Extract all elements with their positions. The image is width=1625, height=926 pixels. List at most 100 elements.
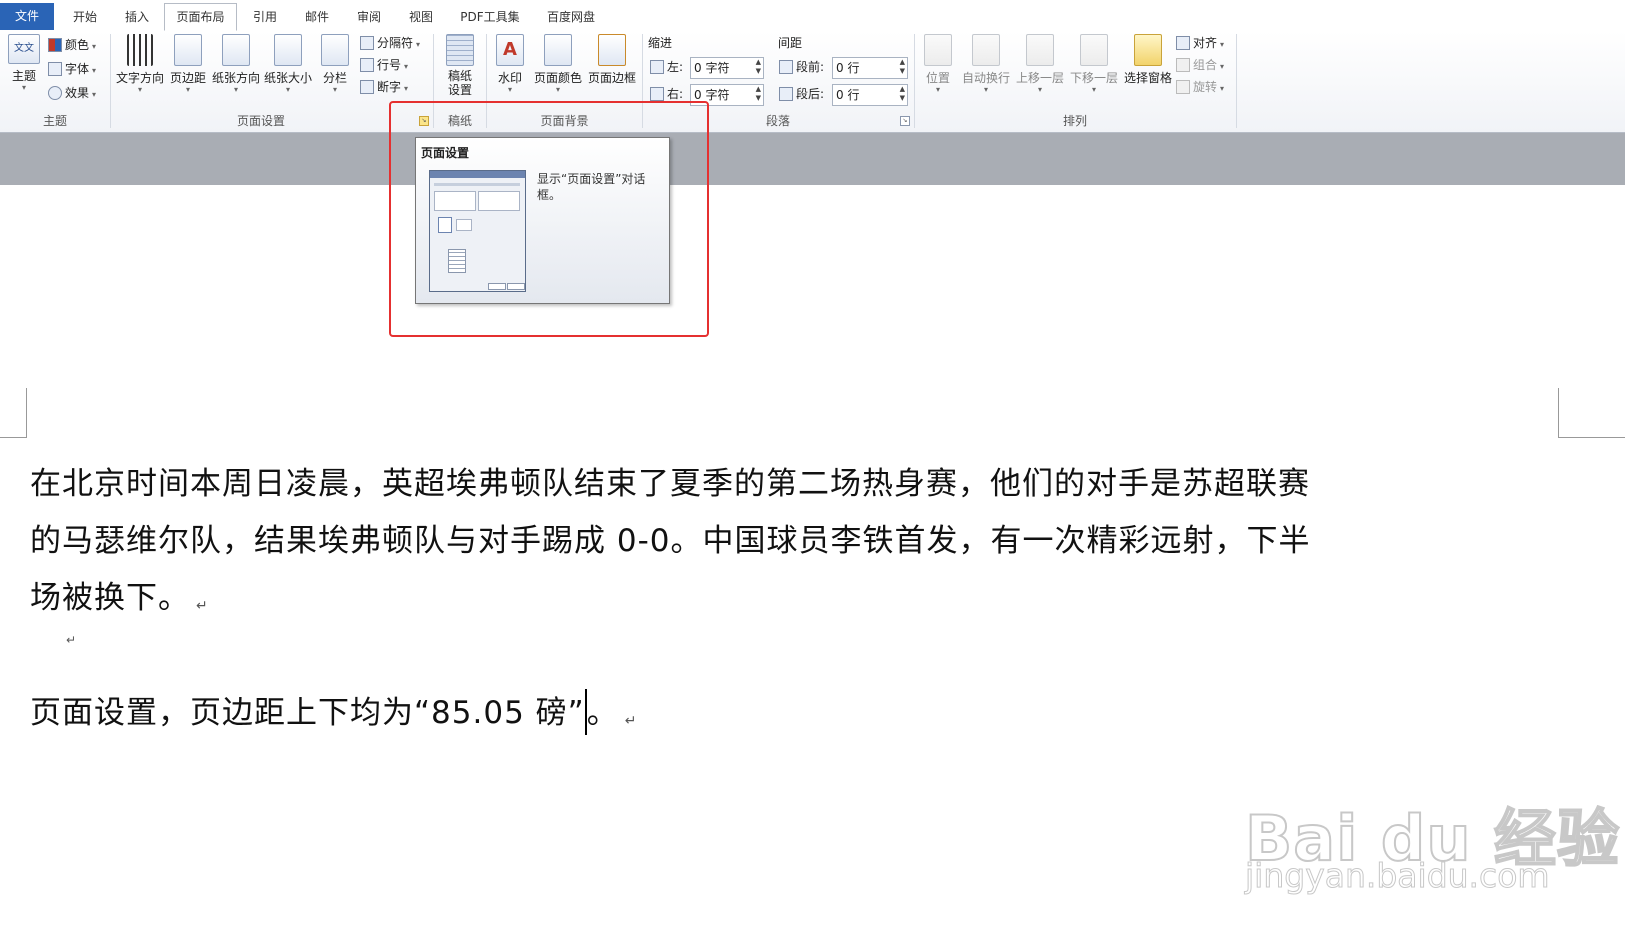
- body-text-segment: 页面设置，页边距上下均为“85.05 磅”: [30, 695, 585, 731]
- orientation-label: 纸张方向: [212, 71, 261, 85]
- theme-fonts-button[interactable]: 字体 ▾: [48, 59, 96, 79]
- paint-bucket-icon: [544, 34, 572, 66]
- group-objects-label: 组合: [1193, 58, 1218, 72]
- line-numbers-button[interactable]: 行号 ▾: [360, 55, 408, 75]
- indent-left-text: 左:: [667, 60, 684, 74]
- body-text-line-end: 场被换下。: [30, 580, 190, 616]
- position-button[interactable]: 位置 ▾: [920, 34, 956, 94]
- ribbon-tab-bar: 文件 开始 插入 页面布局 引用 邮件 审阅 视图 PDF工具集 百度网盘: [0, 0, 1625, 32]
- page-color-button[interactable]: 页面颜色 ▾: [532, 34, 584, 94]
- columns-label: 分栏: [322, 71, 347, 85]
- text-direction-button[interactable]: 文字方向 ▾: [116, 34, 164, 94]
- theme-fonts-label: 字体: [65, 62, 90, 76]
- margin-corner-mark: [0, 437, 27, 438]
- group-divider: [1236, 34, 1237, 128]
- tab-review[interactable]: 审阅: [344, 5, 394, 31]
- indent-right-icon: [650, 87, 664, 101]
- rotate-button[interactable]: 旋转 ▾: [1176, 77, 1224, 97]
- hyphenation-button[interactable]: 断字 ▾: [360, 77, 408, 97]
- indent-left-label: 左:: [650, 57, 683, 77]
- spacing-before-icon: [779, 60, 793, 74]
- chevron-down-icon: ▾: [332, 85, 337, 94]
- selection-pane-label: 选择窗格: [1123, 71, 1172, 85]
- position-label: 位置: [925, 71, 950, 85]
- paragraph-mark-icon: ↵: [624, 713, 638, 729]
- tab-home[interactable]: 开始: [60, 5, 110, 31]
- chevron-down-icon: ▾: [555, 85, 560, 94]
- effects-icon: [48, 86, 62, 100]
- manuscript-settings-label: 稿纸 设置: [447, 69, 472, 97]
- manuscript-icon: [446, 34, 474, 66]
- paragraph-mark-icon: ↵: [66, 633, 77, 647]
- bring-forward-label: 上移一层: [1015, 71, 1064, 85]
- themes-label: 主题: [11, 69, 36, 83]
- chevron-down-icon: ▾: [416, 40, 421, 49]
- margins-button[interactable]: 页边距 ▾: [168, 34, 208, 94]
- themes-button[interactable]: 文文 主题 ▾: [6, 34, 42, 92]
- font-icon: [48, 62, 62, 76]
- tab-references[interactable]: 引用: [240, 5, 290, 31]
- body-text-period: 。: [586, 695, 619, 731]
- tab-pdf-tools[interactable]: PDF工具集: [448, 5, 532, 31]
- hyphenation-icon: [360, 80, 374, 94]
- tab-baidu-netdisk[interactable]: 百度网盘: [534, 5, 608, 31]
- group-objects-button[interactable]: 组合 ▾: [1176, 55, 1224, 75]
- wrap-text-button[interactable]: 自动换行 ▾: [960, 34, 1012, 94]
- document-background-gap: [0, 133, 1625, 185]
- theme-colors-label: 颜色: [65, 38, 90, 52]
- spacing-before-input[interactable]: 0 行 ▲ ▼: [832, 57, 908, 79]
- selection-pane-button[interactable]: 选择窗格: [1122, 34, 1174, 86]
- chevron-down-icon: ▾: [1220, 40, 1225, 49]
- send-backward-button[interactable]: 下移一层 ▾: [1068, 34, 1120, 94]
- breaks-button[interactable]: 分隔符 ▾: [360, 33, 420, 53]
- tab-page-layout[interactable]: 页面布局: [164, 3, 237, 31]
- tab-mailings[interactable]: 邮件: [292, 5, 342, 31]
- watermark-button[interactable]: A 水印 ▾: [494, 34, 526, 94]
- tab-file[interactable]: 文件: [0, 3, 54, 30]
- themes-icon: 文文: [8, 34, 40, 64]
- paper-size-button[interactable]: 纸张大小 ▾: [264, 34, 312, 94]
- indent-left-input[interactable]: 0 字符 ▲ ▼: [690, 57, 764, 79]
- spinner-arrows-icon[interactable]: ▲ ▼: [900, 85, 905, 103]
- manuscript-settings-button[interactable]: 稿纸 设置: [440, 34, 480, 97]
- page-color-label: 页面颜色: [533, 71, 582, 85]
- theme-effects-button[interactable]: 效果 ▾: [48, 83, 96, 103]
- body-text-line: 的马瑟维尔队，结果埃弗顿队与对手踢成 0-0。中国球员李铁首发，有一次精彩远射，…: [30, 523, 1311, 559]
- columns-icon: [321, 34, 349, 66]
- chevron-down-icon: ▾: [92, 42, 97, 51]
- page-borders-button[interactable]: 页面边框: [586, 34, 638, 86]
- orientation-button[interactable]: 纸张方向 ▾: [212, 34, 260, 94]
- hyphenation-label: 断字: [377, 80, 402, 94]
- spacing-after-input[interactable]: 0 行 ▲ ▼: [832, 84, 908, 106]
- indent-left-value: 0 字符: [694, 61, 730, 75]
- margins-label: 页边距: [169, 71, 206, 85]
- bring-forward-button[interactable]: 上移一层 ▾: [1014, 34, 1066, 94]
- rotate-icon: [1176, 80, 1190, 94]
- breaks-label: 分隔符: [377, 36, 414, 50]
- bring-forward-icon: [1026, 34, 1054, 66]
- send-backward-label: 下移一层: [1069, 71, 1118, 85]
- spinner-arrows-icon[interactable]: ▲ ▼: [756, 85, 761, 103]
- chevron-down-icon: ▾: [21, 83, 26, 92]
- columns-button[interactable]: 分栏 ▾: [318, 34, 352, 94]
- chevron-down-icon: ▾: [983, 85, 988, 94]
- page-borders-icon: [598, 34, 626, 66]
- group-icon: [1176, 58, 1190, 72]
- spacing-before-value: 0 行: [836, 61, 860, 75]
- theme-effects-label: 效果: [65, 86, 90, 100]
- tab-insert[interactable]: 插入: [112, 5, 162, 31]
- chevron-down-icon: ▾: [935, 85, 940, 94]
- spinner-arrows-icon[interactable]: ▲ ▼: [756, 58, 761, 76]
- send-backward-icon: [1080, 34, 1108, 66]
- chevron-down-icon: ▾: [404, 84, 409, 93]
- indent-header: 缩进: [648, 36, 673, 50]
- indent-right-text: 右:: [667, 87, 684, 101]
- dialog-launcher-icon: ↘: [902, 117, 908, 124]
- theme-colors-button[interactable]: 颜色 ▾: [48, 35, 96, 55]
- orientation-icon: [222, 34, 250, 66]
- tab-view[interactable]: 视图: [396, 5, 446, 31]
- paragraph-dialog-launcher[interactable]: ↘: [900, 116, 910, 126]
- align-button[interactable]: 对齐 ▾: [1176, 33, 1224, 53]
- spinner-arrows-icon[interactable]: ▲ ▼: [900, 58, 905, 76]
- chevron-down-icon: ▾: [285, 85, 290, 94]
